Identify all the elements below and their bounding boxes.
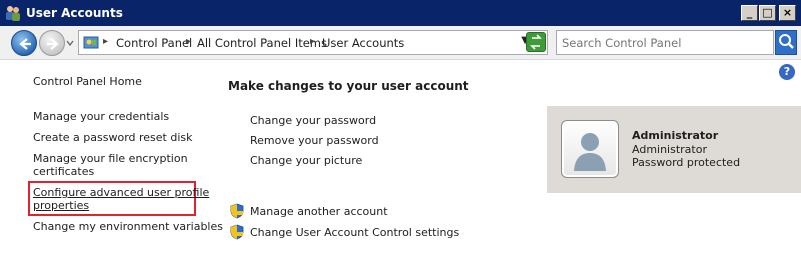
control-panel-icon [83, 36, 99, 49]
change-password-link[interactable]: Change your password [250, 114, 376, 127]
user-silhouette-icon [574, 133, 606, 171]
minimize-button[interactable]: _ [741, 5, 758, 21]
back-arrow-icon [19, 38, 31, 50]
uac-shield-icon [230, 203, 244, 219]
forward-button[interactable] [39, 30, 65, 56]
uac-settings-link[interactable]: Change User Account Control settings [250, 226, 459, 239]
search-input[interactable] [557, 31, 773, 54]
users-icon [6, 6, 20, 21]
chevron-right-icon[interactable]: ▸ [103, 36, 108, 47]
account-card: Administrator Administrator Password pro… [547, 106, 801, 193]
search-button[interactable] [775, 30, 797, 55]
breadcrumb-user-accounts[interactable]: User Accounts [322, 36, 404, 50]
close-button[interactable]: × [779, 5, 796, 21]
chevron-right-icon[interactable]: ▸ [310, 36, 315, 47]
title-bar: User Accounts _ □ × [0, 0, 801, 26]
page-title: Make changes to your user account [228, 79, 469, 93]
back-button[interactable] [11, 30, 37, 56]
sidebar-item-control-panel-home[interactable]: Control Panel Home [33, 75, 142, 88]
maximize-button[interactable]: □ [759, 5, 776, 21]
manage-another-account-link[interactable]: Manage another account [250, 205, 388, 218]
chevron-right-icon[interactable]: ▸ [186, 36, 191, 47]
breadcrumb-all-items[interactable]: All Control Panel Items [197, 36, 327, 50]
sidebar-item-file-encryption-continued[interactable]: certificates [33, 165, 94, 178]
refresh-icon [530, 34, 542, 50]
sidebar-item-environment-variables[interactable]: Change my environment variables [33, 220, 223, 233]
window-title: User Accounts [26, 6, 123, 20]
sidebar-item-advanced-profile-continued[interactable]: properties [33, 199, 89, 212]
address-bar[interactable]: ▸ Control Panel ▸ All Control Panel Item… [78, 30, 548, 55]
avatar [561, 120, 619, 178]
uac-shield-icon [230, 224, 244, 240]
account-status: Password protected [632, 156, 741, 169]
search-icon [779, 34, 794, 49]
account-name: Administrator [632, 129, 719, 142]
search-field[interactable] [556, 30, 774, 55]
breadcrumb-control-panel[interactable]: Control Panel [116, 36, 192, 50]
remove-password-link[interactable]: Remove your password [250, 134, 379, 147]
help-icon[interactable]: ? [779, 64, 795, 80]
change-picture-link[interactable]: Change your picture [250, 154, 362, 167]
sidebar-item-password-reset-disk[interactable]: Create a password reset disk [33, 131, 193, 144]
refresh-button[interactable] [526, 32, 546, 52]
recent-pages-chevron-icon[interactable] [65, 36, 75, 50]
account-type: Administrator [632, 143, 707, 156]
sidebar-item-file-encryption[interactable]: Manage your file encryption [33, 152, 188, 165]
sidebar-item-advanced-profile[interactable]: Configure advanced user profile [33, 186, 209, 199]
navigation-bar: ▸ Control Panel ▸ All Control Panel Item… [0, 26, 801, 60]
sidebar-item-manage-credentials[interactable]: Manage your credentials [33, 110, 169, 123]
forward-arrow-icon [47, 38, 59, 50]
